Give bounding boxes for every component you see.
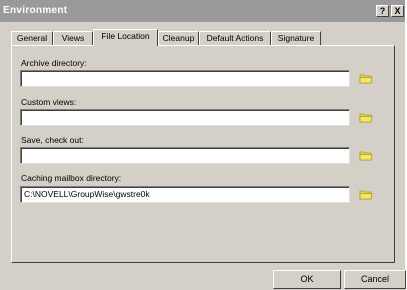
archive-directory-label: Archive directory: <box>21 58 87 68</box>
custom-views-label: Custom views: <box>21 97 77 107</box>
title-bar[interactable]: Environment ? X <box>0 0 405 22</box>
window-title: Environment <box>3 5 68 16</box>
close-button[interactable]: X <box>391 5 404 17</box>
help-button[interactable]: ? <box>376 5 389 17</box>
environment-dialog: Environment ? X General Views File Locat… <box>0 0 406 290</box>
custom-views-input[interactable] <box>20 109 350 126</box>
tab-strip: General Views File Location Cleanup Defa… <box>0 29 405 46</box>
cancel-button[interactable]: Cancel <box>344 270 406 289</box>
tab-views[interactable]: Views <box>53 31 93 45</box>
save-check-out-input[interactable] <box>20 147 350 164</box>
tab-default-actions[interactable]: Default Actions <box>199 31 271 45</box>
tab-cleanup[interactable]: Cleanup <box>158 31 199 45</box>
tab-general[interactable]: General <box>11 31 53 45</box>
folder-icon[interactable] <box>359 189 373 200</box>
folder-icon[interactable] <box>359 150 373 161</box>
folder-icon[interactable] <box>359 73 373 84</box>
archive-directory-input[interactable] <box>20 70 350 87</box>
folder-icon[interactable] <box>359 112 373 123</box>
tab-file-location[interactable]: File Location <box>93 29 158 46</box>
tab-signature[interactable]: Signature <box>271 31 321 45</box>
caching-mailbox-directory-label: Caching mailbox directory: <box>21 173 122 183</box>
save-check-out-label: Save, check out: <box>21 135 84 145</box>
caching-mailbox-directory-input[interactable]: C:\NOVELL\GroupWise\gwstre0k <box>20 186 350 203</box>
ok-button[interactable]: OK <box>273 270 341 289</box>
